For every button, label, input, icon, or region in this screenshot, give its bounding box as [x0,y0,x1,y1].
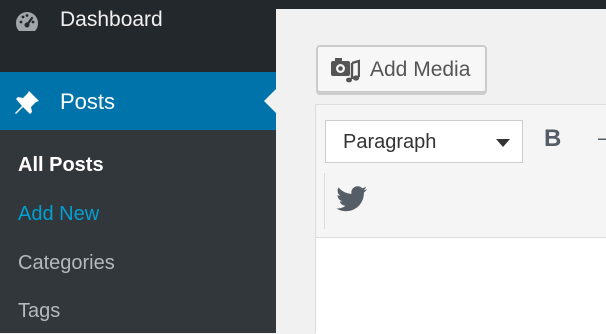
twitter-icon[interactable] [336,185,368,213]
format-select[interactable]: Paragraph [325,120,523,163]
sidebar-item-dashboard[interactable]: Dashboard [0,0,276,44]
strikethrough-button[interactable]: — [598,125,606,159]
chevron-down-icon [496,139,510,147]
submenu-item-tags[interactable]: Tags [18,300,60,323]
sidebar-item-label: Dashboard [60,8,163,31]
pushpin-icon [15,91,39,114]
editor-toolbar: Paragraph B — [316,105,606,238]
add-media-button[interactable]: Add Media [316,45,487,93]
sidebar-item-posts[interactable]: Posts [0,72,276,130]
submenu-item-all-posts[interactable]: All Posts [18,154,104,177]
editor-content-area[interactable] [316,238,606,334]
media-camera-icon [331,58,360,83]
sidebar-item-label: Posts [60,89,116,114]
admin-sidebar: Dashboard Posts All Posts Add New Catego… [0,0,276,333]
bold-button[interactable]: B [544,125,572,159]
add-media-label: Add Media [370,58,471,81]
posts-submenu: All Posts Add New Categories Tags [0,130,276,333]
post-editor: Paragraph B — [315,104,606,334]
format-select-value: Paragraph [343,131,437,153]
dashboard-gauge-icon [15,12,39,31]
admin-bar-strip [276,0,606,9]
toolbar-divider [324,173,325,229]
active-menu-arrow [264,89,276,113]
submenu-item-categories[interactable]: Categories [18,252,115,275]
submenu-item-add-new[interactable]: Add New [18,203,99,226]
